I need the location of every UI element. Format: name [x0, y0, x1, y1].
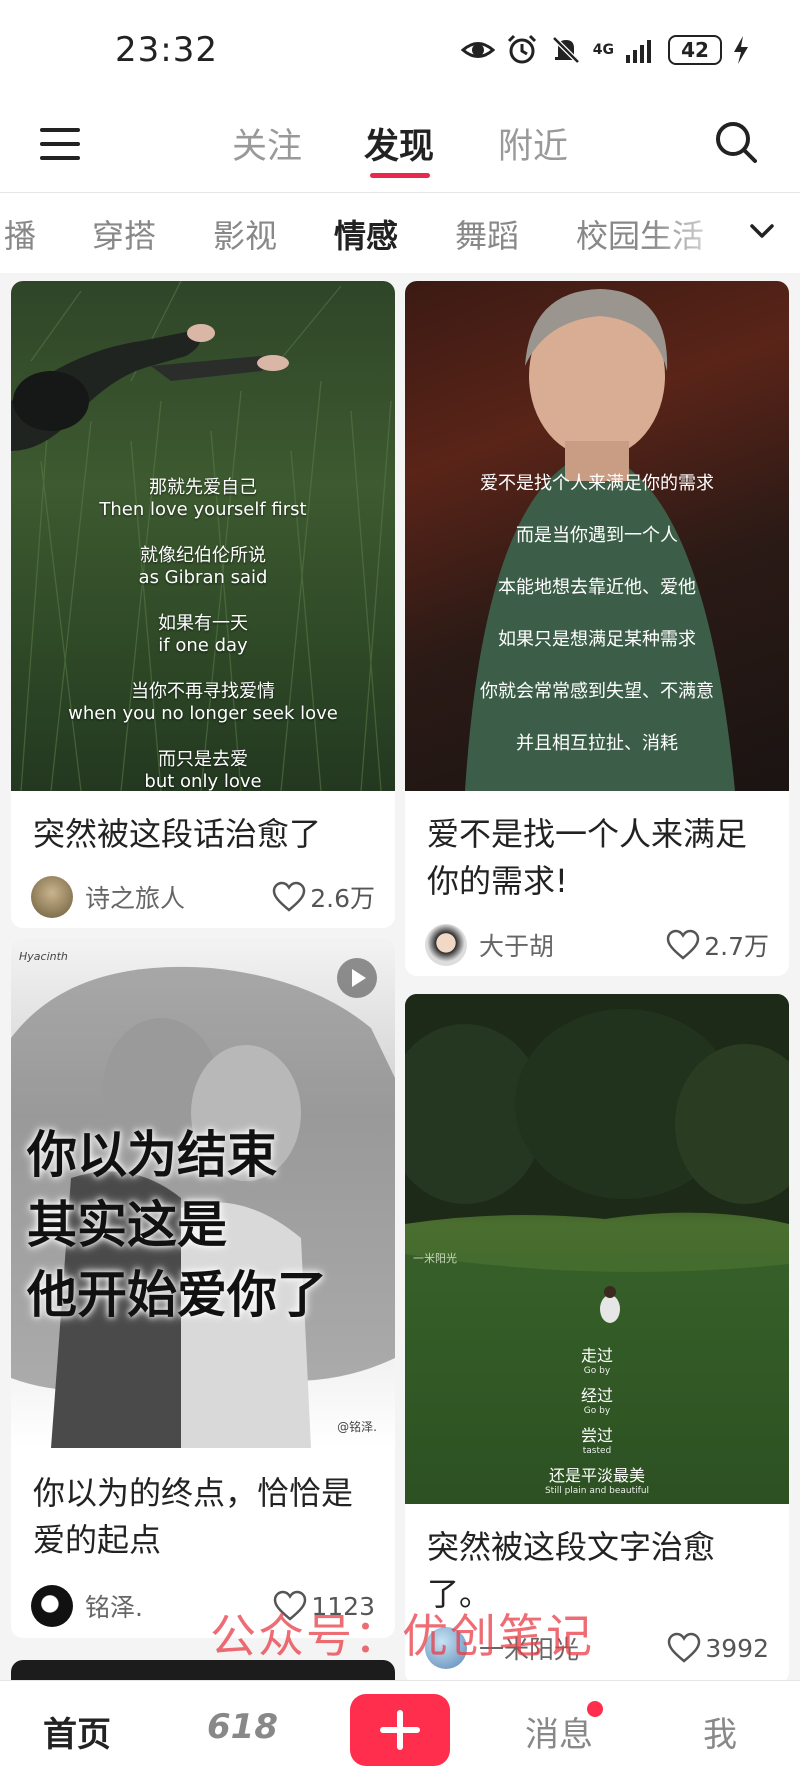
avatar[interactable]	[425, 924, 467, 966]
cover-caption-6: 并且相互拉扯、消耗	[516, 733, 678, 754]
signal-icon	[626, 40, 651, 63]
publish-button[interactable]	[350, 1694, 450, 1766]
note-cover-image: 爱不是找个人来满足你的需求 而是当你遇到一个人 本能地想去靠近他、爱他 如果只是…	[405, 281, 789, 791]
category-dance[interactable]: 舞蹈	[455, 211, 519, 257]
cover-big-text-2: 其实这是	[27, 1196, 227, 1254]
hand-note-text: Hyacinth	[19, 950, 68, 963]
cover-text-3: 尝过 tasted	[580, 1426, 613, 1457]
cover-caption-5: 你就会常常感到失望、不满意	[480, 681, 714, 702]
bottom-nav: 首页 618 消息 我	[0, 1680, 800, 1779]
avatar[interactable]	[31, 876, 73, 918]
note-title: 你以为的终点，恰恰是爱的起点	[33, 1474, 354, 1559]
note-author-row: 铭泽. 1123	[31, 1584, 375, 1628]
mute-bell-icon	[551, 36, 580, 64]
cover-caption-1: 爱不是找个人来满足你的需求	[480, 473, 714, 494]
cover-text-2: 就像纪伯伦所说 as Gibran said	[138, 545, 268, 588]
note-author-row: 一米阳光 3992	[425, 1626, 769, 1670]
cover-text-2: 经过 Go by	[580, 1386, 613, 1417]
eye-icon	[460, 42, 495, 58]
avatar[interactable]	[425, 1627, 467, 1669]
cover-text-1: 那就先爱自己 Then love yourself first	[99, 477, 307, 520]
next-note-card-peek[interactable]	[11, 1660, 395, 1680]
note-title: 突然被这段文字治愈了。	[427, 1528, 716, 1613]
like-count: 2.6万	[310, 884, 375, 913]
cover-caption-2: 而是当你遇到一个人	[516, 525, 678, 546]
cover-text-5: 而只是去爱 but only love	[144, 749, 262, 791]
status-time: 23:32	[115, 30, 218, 70]
note-cover-image: Hyacinth 你以为结束 其实这是 他开始爱你了 @铭泽.	[11, 938, 395, 1448]
like-button[interactable]: 3992	[667, 1632, 769, 1664]
status-bar: 23:32 4G 42	[0, 0, 800, 100]
nav-messages[interactable]: 消息	[525, 1707, 593, 1756]
cover-text-3: 如果有一天 if one day	[158, 613, 248, 656]
category-outfit[interactable]: 穿搭	[92, 211, 156, 257]
network-type: 4G	[592, 42, 614, 58]
category-emotion[interactable]: 情感	[334, 211, 398, 257]
charging-icon	[734, 36, 748, 64]
menu-icon[interactable]	[38, 122, 82, 166]
avatar[interactable]	[31, 1585, 73, 1627]
heart-icon	[274, 1590, 307, 1621]
nav-me[interactable]: 我	[703, 1707, 737, 1756]
heart-icon	[666, 929, 700, 960]
note-card[interactable]: 那就先爱自己 Then love yourself first 就像纪伯伦所说 as…	[11, 281, 395, 928]
notification-dot	[587, 1701, 603, 1717]
like-count: 1123	[311, 1591, 375, 1621]
like-button[interactable]: 1123	[273, 1590, 375, 1622]
cover-caption-3: 本能地想去靠近他、爱他	[498, 577, 696, 598]
note-card[interactable]: Hyacinth 你以为结束 其实这是 他开始爱你了 @铭泽. 你以为的终点，恰…	[11, 938, 395, 1638]
nav-home[interactable]: 首页	[43, 1707, 111, 1756]
note-author-row: 诗之旅人 2.6万	[31, 875, 375, 919]
cover-big-text-1: 你以为结束	[27, 1126, 277, 1184]
note-title: 爱不是找一个人来满足你的需求!	[427, 815, 748, 900]
author-name[interactable]: 一米阳光	[479, 1630, 667, 1666]
author-name[interactable]: 大于胡	[479, 927, 666, 963]
chevron-down-icon[interactable]	[738, 207, 786, 255]
tab-follow[interactable]: 关注	[232, 118, 302, 169]
nav-618-promo[interactable]: 618	[207, 1707, 278, 1747]
like-count: 2.7万	[704, 932, 769, 961]
cover-text-4: 当你不再寻找爱情 when you no longer seek love	[68, 681, 338, 724]
heart-icon	[272, 881, 306, 912]
cover-signature: @铭泽.	[337, 1420, 377, 1434]
like-button[interactable]: 2.6万	[272, 879, 375, 915]
cover-text-4: 还是平淡最美 Still plain and beautiful	[544, 1466, 650, 1497]
tab-nearby[interactable]: 附近	[498, 118, 568, 169]
note-author-row: 大于胡 2.7万	[425, 923, 769, 967]
alarm-icon	[507, 34, 536, 64]
active-tab-indicator	[370, 173, 430, 178]
cover-caption-4: 如果只是想满足某种需求	[498, 629, 696, 650]
cover-big-text-3: 他开始爱你了	[27, 1266, 327, 1324]
battery-indicator: 42	[668, 35, 722, 65]
author-name[interactable]: 诗之旅人	[85, 879, 272, 915]
author-name[interactable]: 铭泽.	[85, 1588, 273, 1624]
play-icon	[337, 958, 377, 998]
category-bar: 播 穿搭 影视 情感 舞蹈 校园生活	[0, 193, 800, 273]
note-cover-image: 一米阳光 走过 Go by 经过 Go by 尝过 tasted 还是平淡最美 Stil…	[405, 994, 789, 1504]
note-title: 突然被这段话治愈了	[33, 815, 322, 853]
top-nav: 关注 发现 附近	[0, 100, 800, 193]
feed: 那就先爱自己 Then love yourself first 就像纪伯伦所说 as…	[0, 273, 800, 1684]
tab-discover[interactable]: 发现	[364, 118, 434, 169]
note-card[interactable]: 爱不是找个人来满足你的需求 而是当你遇到一个人 本能地想去靠近他、爱他 如果只是…	[405, 281, 789, 976]
status-icons: 4G 42	[460, 33, 750, 67]
like-button[interactable]: 2.7万	[666, 927, 769, 963]
category-live[interactable]: 播	[4, 211, 36, 257]
cover-logo-text: 一米阳光	[413, 1252, 457, 1265]
note-card[interactable]: 一米阳光 走过 Go by 经过 Go by 尝过 tasted 还是平淡最美 Stil…	[405, 994, 789, 1684]
like-count: 3992	[705, 1633, 769, 1663]
cover-text-1: 走过 Go by	[580, 1346, 613, 1377]
heart-icon	[668, 1632, 701, 1663]
note-cover-image: 那就先爱自己 Then love yourself first 就像纪伯伦所说 as…	[11, 281, 395, 791]
category-film[interactable]: 影视	[213, 211, 277, 257]
search-icon[interactable]	[712, 118, 760, 166]
